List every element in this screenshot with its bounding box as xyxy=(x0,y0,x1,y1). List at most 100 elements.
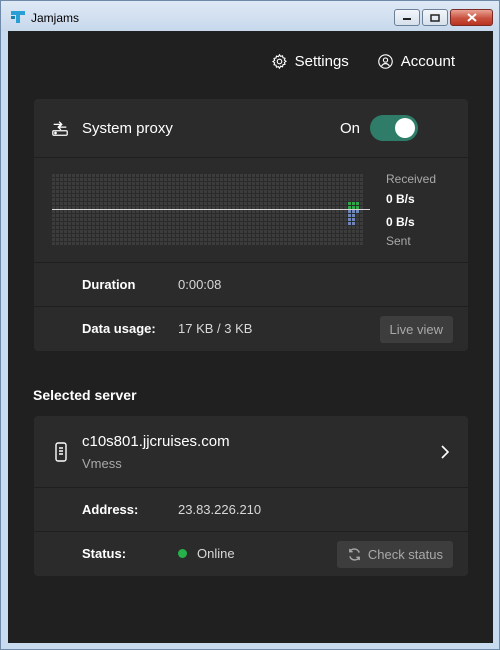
graph-cell xyxy=(80,214,83,217)
title-bar[interactable]: Jamjams xyxy=(1,1,499,31)
graph-cell xyxy=(108,190,111,193)
graph-cell xyxy=(100,206,103,209)
graph-cell xyxy=(284,198,287,201)
graph-cell xyxy=(76,182,79,185)
graph-cell xyxy=(236,234,239,237)
graph-cell xyxy=(116,202,119,205)
graph-cell xyxy=(268,194,271,197)
graph-cell xyxy=(64,202,67,205)
graph-cell xyxy=(132,222,135,225)
graph-cell xyxy=(308,174,311,177)
graph-cell xyxy=(196,234,199,237)
graph-cell xyxy=(156,186,159,189)
graph-cell xyxy=(236,190,239,193)
graph-cell xyxy=(84,210,87,213)
settings-link[interactable]: Settings xyxy=(271,53,349,70)
graph-cell xyxy=(240,194,243,197)
graph-cell xyxy=(72,202,75,205)
graph-cell xyxy=(92,182,95,185)
system-proxy-toggle[interactable] xyxy=(370,115,418,141)
graph-cell xyxy=(144,206,147,209)
app-logo-icon xyxy=(11,11,25,23)
check-status-button[interactable]: Check status xyxy=(336,541,453,568)
graph-cell xyxy=(248,242,251,245)
graph-cell xyxy=(184,186,187,189)
graph-cell xyxy=(80,206,83,209)
graph-cell xyxy=(204,206,207,209)
graph-cell xyxy=(188,178,191,181)
live-view-button[interactable]: Live view xyxy=(379,316,453,343)
graph-cell xyxy=(276,230,279,233)
graph-cell xyxy=(320,226,323,229)
graph-cell xyxy=(124,186,127,189)
graph-cell xyxy=(168,178,171,181)
graph-cell xyxy=(240,210,243,213)
graph-cell xyxy=(204,214,207,217)
account-link[interactable]: Account xyxy=(377,53,455,70)
graph-cell xyxy=(168,202,171,205)
graph-cell xyxy=(184,210,187,213)
graph-cell xyxy=(332,226,335,229)
minimize-button[interactable] xyxy=(394,9,420,26)
graph-cell xyxy=(124,178,127,181)
graph-cell xyxy=(116,178,119,181)
graph-cell xyxy=(60,198,63,201)
graph-cell xyxy=(192,218,195,221)
graph-cell xyxy=(272,210,275,213)
graph-cell xyxy=(292,214,295,217)
graph-cell xyxy=(184,230,187,233)
graph-cell xyxy=(112,194,115,197)
graph-cell xyxy=(260,194,263,197)
graph-cell xyxy=(336,214,339,217)
graph-cell xyxy=(320,210,323,213)
graph-cell xyxy=(56,218,59,221)
graph-cell xyxy=(356,198,359,201)
graph-cell xyxy=(120,198,123,201)
graph-cell xyxy=(328,218,331,221)
graph-cell xyxy=(172,198,175,201)
graph-cell xyxy=(292,178,295,181)
graph-cell xyxy=(88,230,91,233)
graph-cell xyxy=(236,218,239,221)
graph-cell xyxy=(188,226,191,229)
graph-cell xyxy=(192,234,195,237)
graph-cell xyxy=(160,202,163,205)
graph-cell xyxy=(360,174,363,177)
graph-cell xyxy=(76,210,79,213)
graph-cell xyxy=(96,198,99,201)
graph-cell xyxy=(252,218,255,221)
graph-cell xyxy=(76,218,79,221)
graph-cell xyxy=(132,214,135,217)
graph-cell xyxy=(348,214,351,217)
graph-cell xyxy=(248,206,251,209)
status-label: Status: xyxy=(82,546,127,561)
graph-cell xyxy=(232,222,235,225)
graph-cell xyxy=(360,206,363,209)
graph-cell xyxy=(300,186,303,189)
graph-cell xyxy=(148,214,151,217)
graph-cell xyxy=(180,214,183,217)
graph-cell xyxy=(208,234,211,237)
close-button[interactable] xyxy=(450,9,493,26)
graph-cell xyxy=(116,174,119,177)
graph-cell xyxy=(88,238,91,241)
graph-cell xyxy=(352,222,355,225)
graph-cell xyxy=(228,238,231,241)
selected-server-row[interactable]: c10s801.jjcruises.com Vmess xyxy=(34,416,468,488)
graph-cell xyxy=(300,226,303,229)
graph-cell xyxy=(284,186,287,189)
graph-cell xyxy=(72,222,75,225)
graph-cell xyxy=(220,234,223,237)
graph-cell xyxy=(136,202,139,205)
maximize-button[interactable] xyxy=(422,9,448,26)
graph-cell xyxy=(84,202,87,205)
graph-cell xyxy=(200,234,203,237)
graph-cell xyxy=(264,218,267,221)
graph-cell xyxy=(240,190,243,193)
graph-cell xyxy=(128,238,131,241)
graph-cell xyxy=(304,194,307,197)
graph-cell xyxy=(300,218,303,221)
graph-cell xyxy=(188,214,191,217)
graph-cell xyxy=(320,194,323,197)
graph-cell xyxy=(260,186,263,189)
